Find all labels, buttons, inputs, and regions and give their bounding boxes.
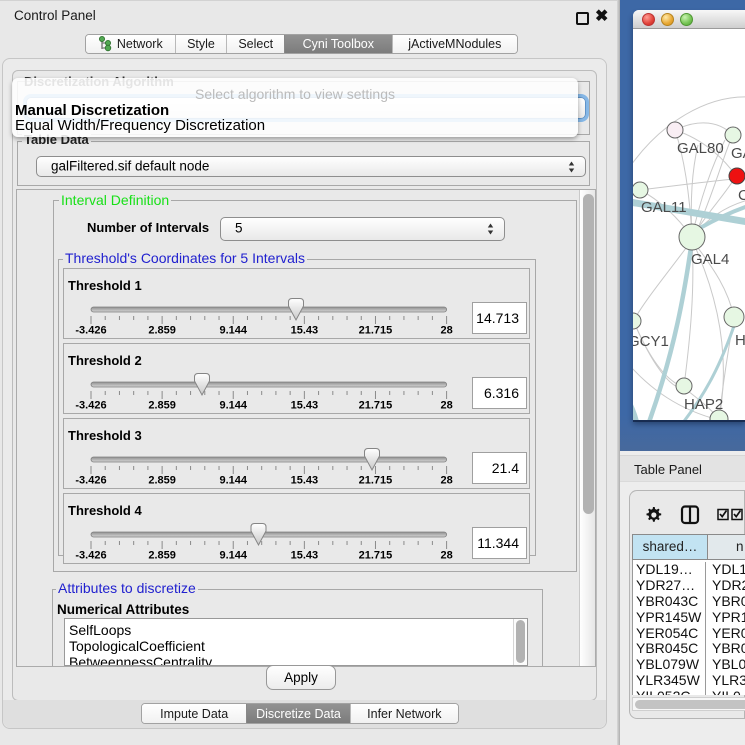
svg-text:9.144: 9.144 (219, 550, 247, 562)
svg-text:2.859: 2.859 (148, 475, 176, 487)
svg-text:9.144: 9.144 (219, 475, 247, 487)
svg-text:GA: GA (731, 145, 745, 162)
svg-text:2.859: 2.859 (148, 400, 176, 412)
svg-text:-3.426: -3.426 (75, 550, 106, 562)
svg-text:2.859: 2.859 (148, 550, 176, 562)
svg-text:GAL11: GAL11 (641, 199, 687, 216)
svg-text:-3.426: -3.426 (75, 325, 106, 337)
svg-text:21.715: 21.715 (359, 475, 393, 487)
svg-text:21.715: 21.715 (359, 325, 393, 337)
svg-text:28: 28 (440, 400, 452, 412)
svg-text:H: H (735, 332, 745, 349)
svg-text:-3.426: -3.426 (75, 400, 106, 412)
svg-text:21.715: 21.715 (359, 550, 393, 562)
svg-text:15.43: 15.43 (291, 550, 319, 562)
svg-text:GAL4: GAL4 (691, 251, 729, 268)
svg-text:GCY1: GCY1 (633, 333, 669, 350)
svg-text:9.144: 9.144 (219, 400, 247, 412)
svg-text:28: 28 (440, 550, 452, 562)
svg-text:9.144: 9.144 (219, 325, 247, 337)
svg-text:21.715: 21.715 (359, 400, 393, 412)
svg-text:15.43: 15.43 (291, 400, 319, 412)
svg-text:GAL80: GAL80 (677, 140, 724, 157)
svg-text:28: 28 (440, 325, 452, 337)
svg-text:2.859: 2.859 (148, 325, 176, 337)
svg-text:C: C (738, 187, 745, 204)
svg-text:HAP2: HAP2 (684, 396, 723, 413)
svg-text:-3.426: -3.426 (75, 475, 106, 487)
svg-text:15.43: 15.43 (291, 475, 319, 487)
svg-text:28: 28 (440, 475, 452, 487)
svg-text:15.43: 15.43 (291, 325, 319, 337)
